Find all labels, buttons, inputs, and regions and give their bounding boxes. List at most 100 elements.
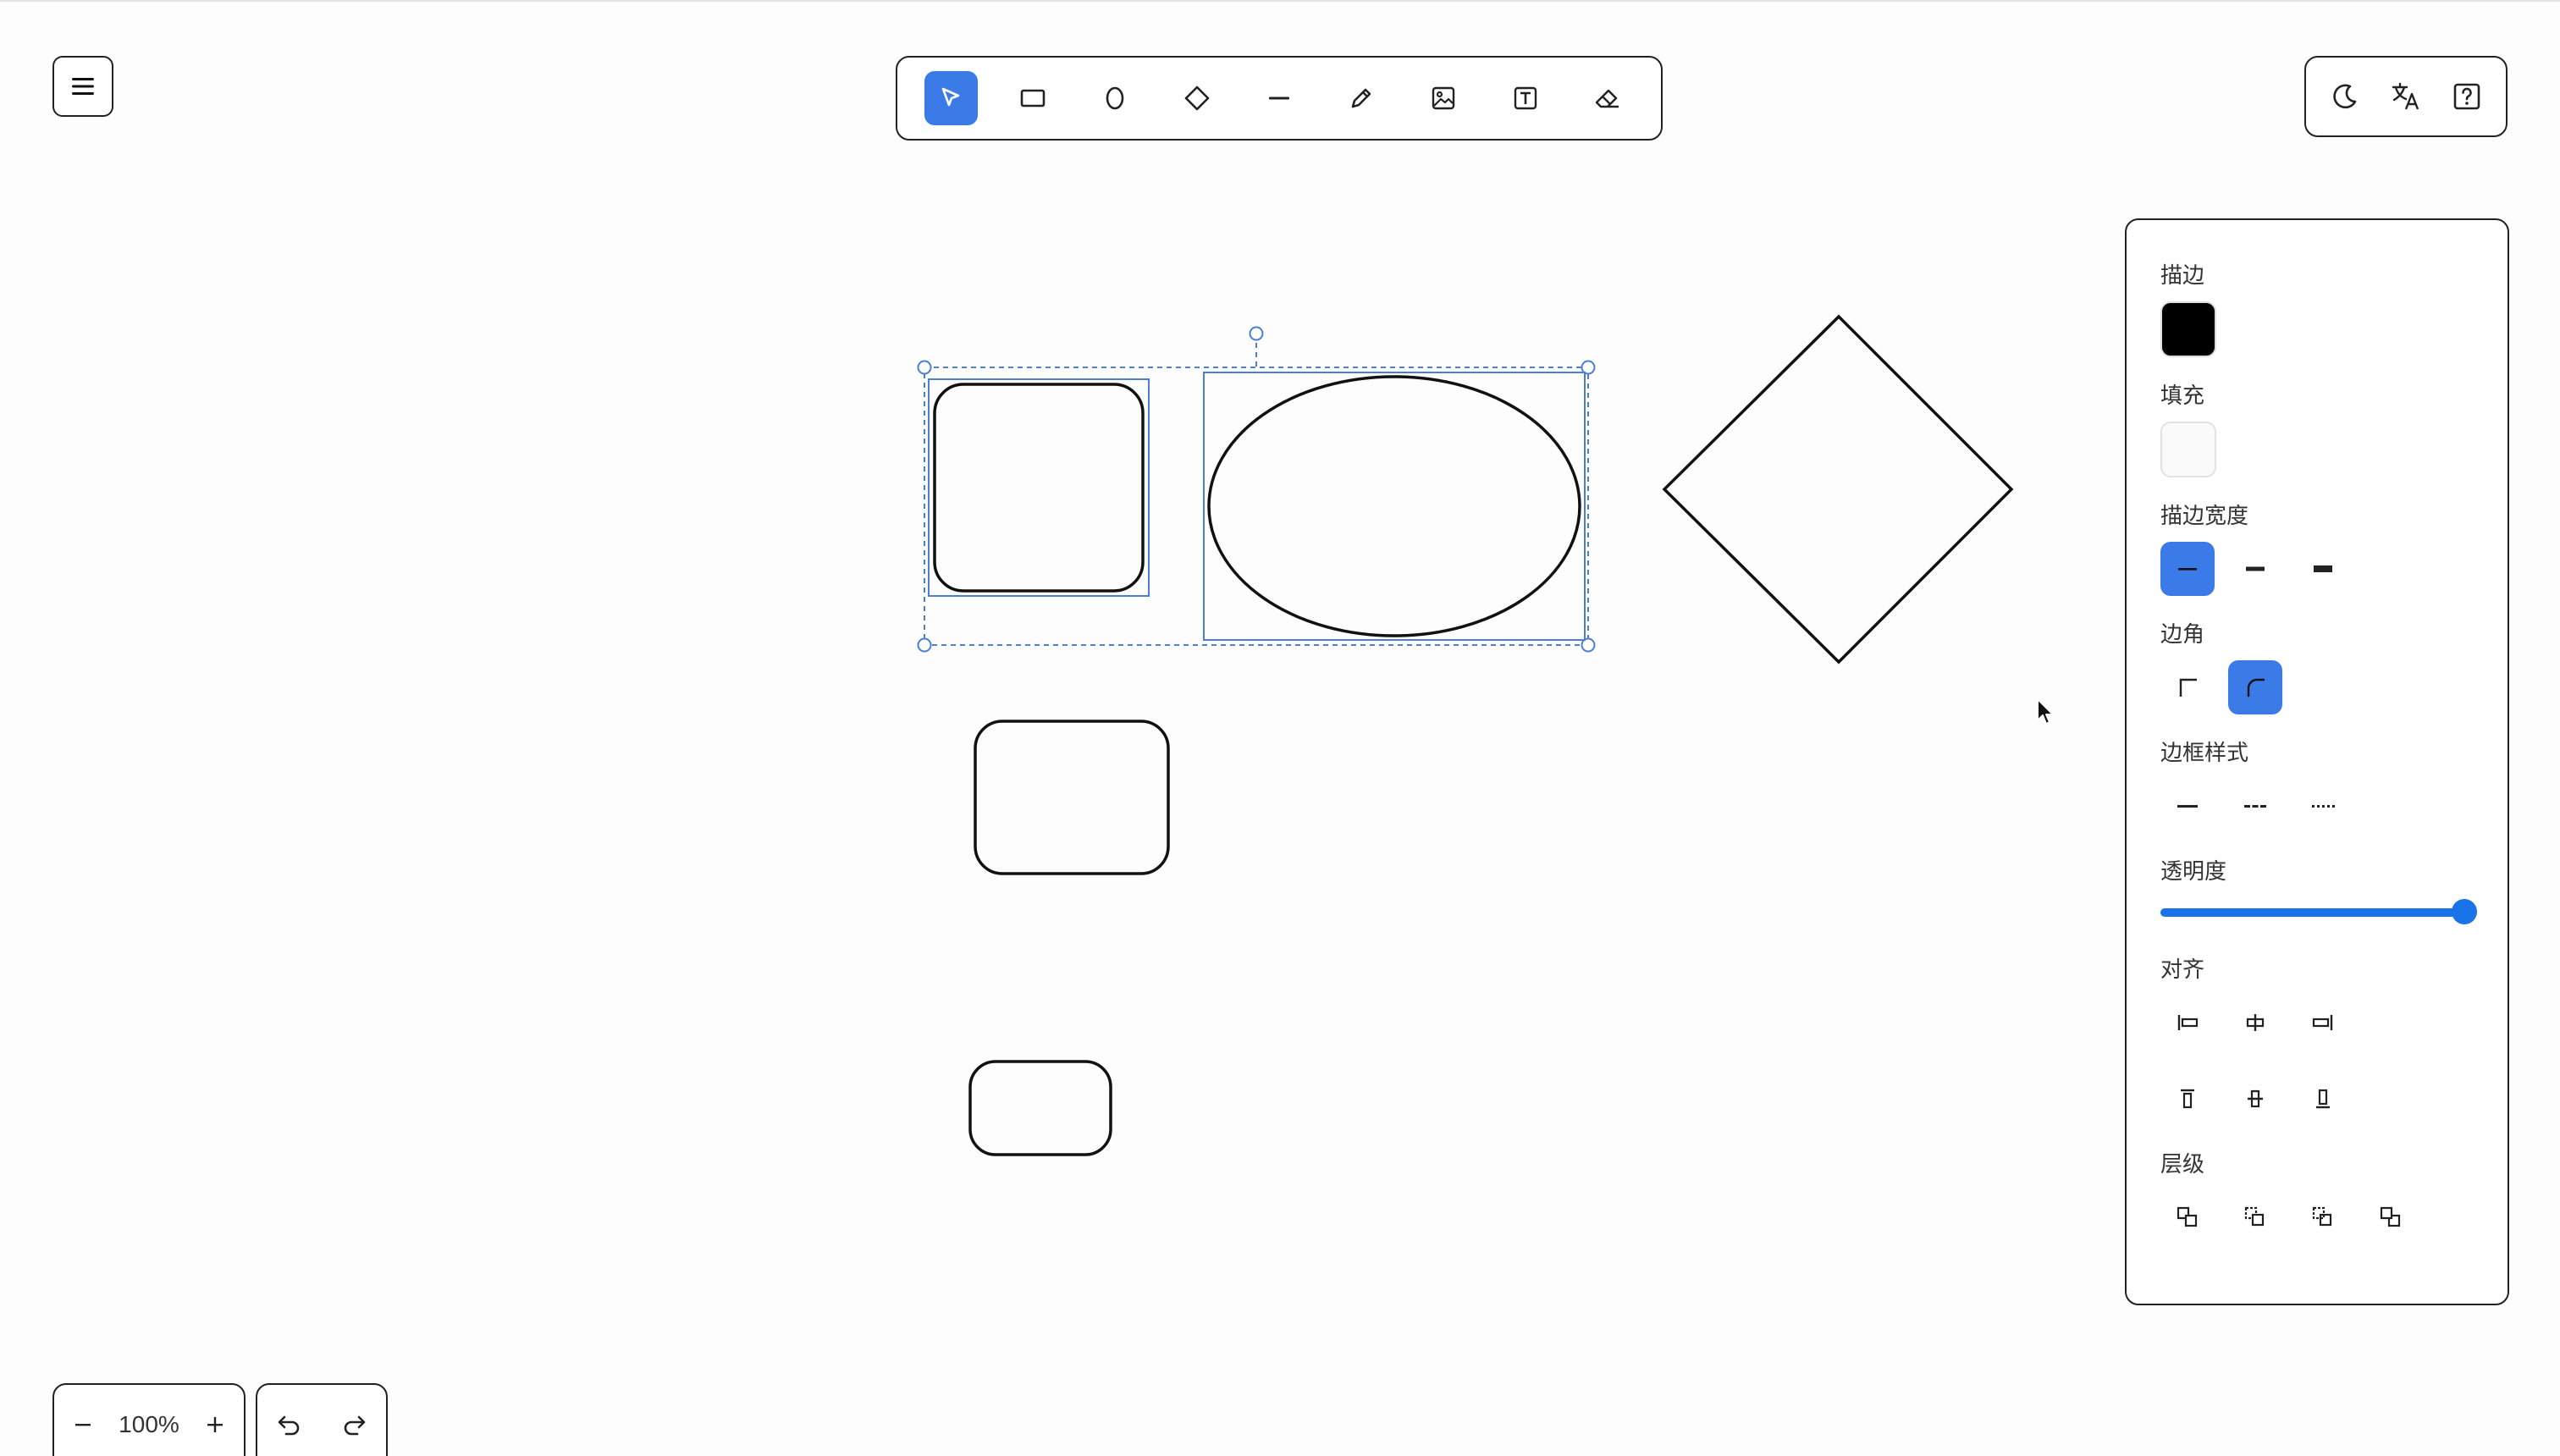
border-style-dashed[interactable]	[2228, 779, 2282, 833]
send-to-back-button[interactable]	[2364, 1190, 2418, 1244]
border-style-label: 边框样式	[2160, 740, 2249, 765]
border-style-solid[interactable]	[2160, 779, 2215, 833]
bring-to-front-button[interactable]	[2160, 1190, 2215, 1244]
align-center-vertical-icon	[2248, 1089, 2263, 1108]
rectangle-icon	[1021, 89, 1046, 108]
hamburger-icon	[72, 78, 94, 95]
undo-icon	[278, 1415, 300, 1436]
tool-bar	[896, 56, 1663, 141]
bring-forward-button[interactable]	[2228, 1190, 2282, 1244]
resize-handle-top-left[interactable]	[917, 360, 932, 375]
text-icon	[1514, 86, 1537, 110]
dotted-line-icon	[2312, 805, 2335, 808]
mouse-cursor-icon	[2037, 698, 2054, 725]
zoom-out-button[interactable]	[62, 1404, 104, 1446]
tool-diamond[interactable]	[1171, 71, 1224, 125]
tool-pencil[interactable]	[1334, 71, 1388, 125]
ellipse-icon	[1106, 86, 1124, 110]
align-center-h-button[interactable]	[2228, 995, 2282, 1050]
stroke-color-swatch[interactable]	[2160, 301, 2216, 357]
zoom-controls: 100%	[52, 1383, 246, 1456]
zoom-in-button[interactable]	[194, 1404, 236, 1446]
opacity-thumb[interactable]	[2452, 899, 2477, 924]
border-style-dotted[interactable]	[2296, 779, 2350, 833]
rotate-handle[interactable]	[1249, 326, 1264, 341]
properties-panel: 描边 填充 描边宽度 边角 边框样式 透明度 对齐 层级	[2125, 218, 2509, 1305]
fill-label: 填充	[2160, 383, 2205, 408]
align-right-icon	[2312, 1015, 2333, 1030]
moon-icon	[2333, 84, 2357, 109]
align-label: 对齐	[2160, 957, 2205, 982]
plus-icon	[207, 1417, 223, 1432]
pencil-icon	[1351, 88, 1371, 108]
align-center-horizontal-icon	[2246, 1014, 2265, 1031]
layer-label: 层级	[2160, 1151, 2205, 1177]
align-top-button[interactable]	[2160, 1072, 2215, 1126]
minus-icon	[74, 1424, 91, 1426]
stroke-width-thin[interactable]	[2160, 542, 2215, 596]
align-left-button[interactable]	[2160, 995, 2215, 1050]
help-icon	[2453, 83, 2480, 110]
align-top-icon	[2181, 1089, 2194, 1109]
redo-icon	[344, 1415, 366, 1436]
shape-rounded-rect-3[interactable]	[968, 1060, 1112, 1156]
dashed-line-icon	[2244, 805, 2266, 808]
align-right-button[interactable]	[2296, 995, 2350, 1050]
pointer-icon	[942, 87, 960, 107]
line-icon	[1269, 97, 1289, 100]
resize-handle-bottom-left[interactable]	[917, 637, 932, 653]
shape-rounded-rect-2[interactable]	[974, 720, 1170, 875]
opacity-slider[interactable]	[2160, 897, 2477, 928]
undo-button[interactable]	[266, 1404, 313, 1446]
fill-color-swatch[interactable]	[2160, 422, 2216, 477]
tool-image[interactable]	[1416, 71, 1470, 125]
corner-round-button[interactable]	[2228, 660, 2282, 714]
send-backward-button[interactable]	[2296, 1190, 2350, 1244]
tool-rectangle[interactable]	[1007, 71, 1060, 125]
tool-ellipse[interactable]	[1089, 71, 1142, 125]
menu-button[interactable]	[52, 56, 113, 117]
stroke-width-thick[interactable]	[2296, 542, 2350, 596]
align-center-v-button[interactable]	[2228, 1072, 2282, 1126]
whiteboard-app: 描边 填充 描边宽度 边角 边框样式 透明度 对齐 层级 100%	[0, 0, 2560, 1456]
sharp-corner-icon	[2179, 678, 2197, 697]
tool-select[interactable]	[924, 71, 978, 125]
image-icon	[1432, 86, 1454, 110]
round-corner-icon	[2247, 678, 2265, 697]
stroke-width-medium[interactable]	[2228, 542, 2282, 596]
history-controls	[256, 1383, 388, 1456]
opacity-label: 透明度	[2160, 858, 2227, 884]
align-left-icon	[2177, 1015, 2199, 1030]
shape-diamond[interactable]	[1662, 314, 2014, 665]
tool-eraser[interactable]	[1581, 71, 1634, 125]
medium-line-icon	[2246, 566, 2265, 571]
thick-line-icon	[2314, 565, 2332, 572]
shape-ellipse[interactable]	[1207, 375, 1581, 637]
shape-rounded-rect-1[interactable]	[933, 383, 1145, 593]
send-backward-icon	[2312, 1206, 2332, 1227]
top-right-controls	[2304, 56, 2508, 137]
bring-forward-icon	[2244, 1206, 2265, 1227]
zoom-level[interactable]: 100%	[119, 1404, 179, 1446]
eraser-icon	[1595, 89, 1619, 108]
tool-line[interactable]	[1253, 71, 1306, 125]
redo-button[interactable]	[330, 1404, 378, 1446]
bring-to-front-icon	[2177, 1206, 2198, 1227]
theme-toggle-button[interactable]	[2320, 71, 2370, 122]
send-to-back-icon	[2380, 1206, 2401, 1227]
translate-icon	[2392, 82, 2419, 110]
diamond-icon	[1184, 85, 1210, 111]
stroke-label: 描边	[2160, 262, 2205, 288]
corner-label: 边角	[2160, 621, 2205, 647]
language-button[interactable]	[2381, 71, 2431, 122]
thin-line-icon	[2178, 568, 2197, 571]
help-button[interactable]	[2441, 71, 2492, 122]
selection-box[interactable]	[924, 367, 1589, 646]
solid-line-icon	[2177, 805, 2198, 808]
align-bottom-icon	[2316, 1089, 2330, 1109]
opacity-track	[2160, 908, 2474, 917]
stroke-width-label: 描边宽度	[2160, 503, 2249, 528]
align-bottom-button[interactable]	[2296, 1072, 2350, 1126]
corner-sharp-button[interactable]	[2160, 660, 2215, 714]
tool-text[interactable]	[1498, 71, 1552, 125]
